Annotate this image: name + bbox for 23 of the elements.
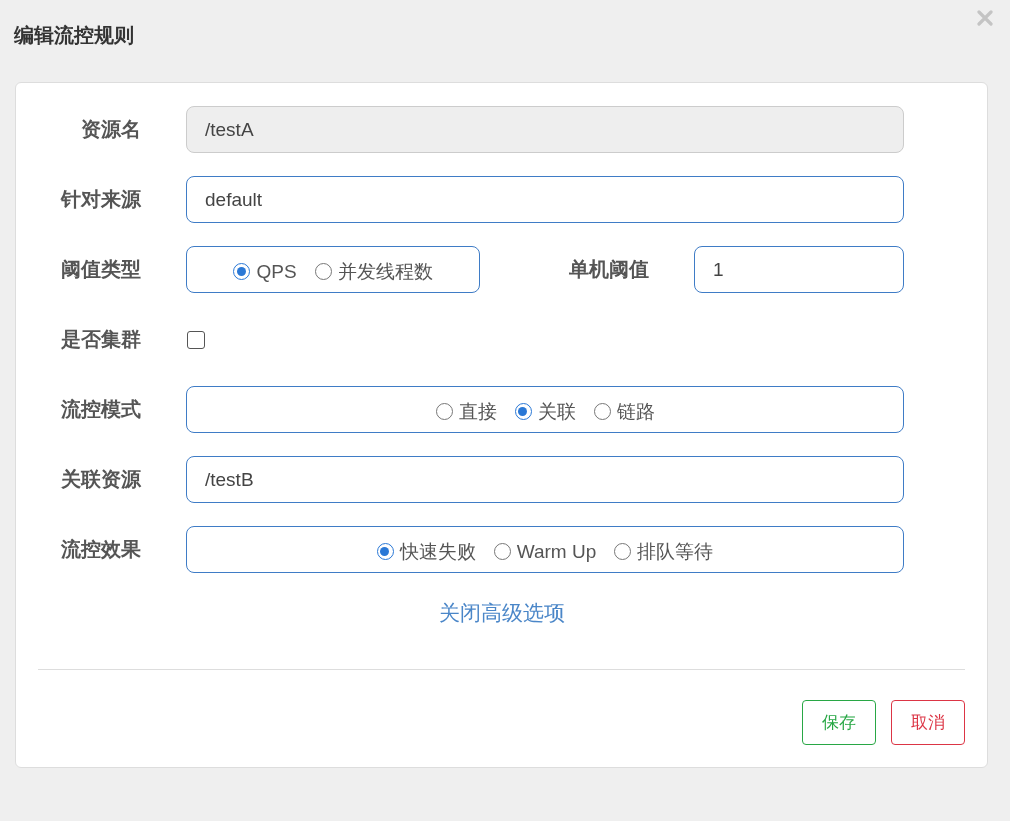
radio-option[interactable]: Warm Up: [493, 540, 597, 563]
checkbox[interactable]: [187, 330, 205, 349]
text-field[interactable]: /testB: [186, 456, 904, 503]
field-label: 单机阈值: [568, 257, 649, 282]
radio-option[interactable]: 排队等待: [614, 538, 714, 565]
field-label: 流控效果: [60, 537, 141, 562]
field-label: 针对来源: [59, 187, 141, 212]
radio-option[interactable]: 快速失败: [376, 538, 476, 565]
text-field[interactable]: default: [186, 176, 904, 223]
radio-option[interactable]: 直接: [435, 398, 497, 425]
radio-option[interactable]: 链路: [593, 398, 655, 425]
radio-option[interactable]: 关联: [514, 398, 576, 425]
field-label: 流控模式: [60, 397, 141, 422]
dialog-title: 编辑流控规则: [14, 23, 134, 48]
radio-option[interactable]: 并发线程数: [314, 258, 433, 285]
field-label: 是否集群: [60, 327, 141, 352]
field-label: 关联资源: [60, 467, 141, 492]
toggle-advanced-link[interactable]: 关闭高级选项: [438, 599, 565, 627]
radio-option[interactable]: QPS: [233, 260, 297, 283]
field-label: 资源名: [80, 117, 141, 142]
action-button[interactable]: 取消: [891, 700, 965, 745]
field-label: 阈值类型: [60, 257, 141, 282]
text-field[interactable]: 1: [694, 246, 904, 293]
